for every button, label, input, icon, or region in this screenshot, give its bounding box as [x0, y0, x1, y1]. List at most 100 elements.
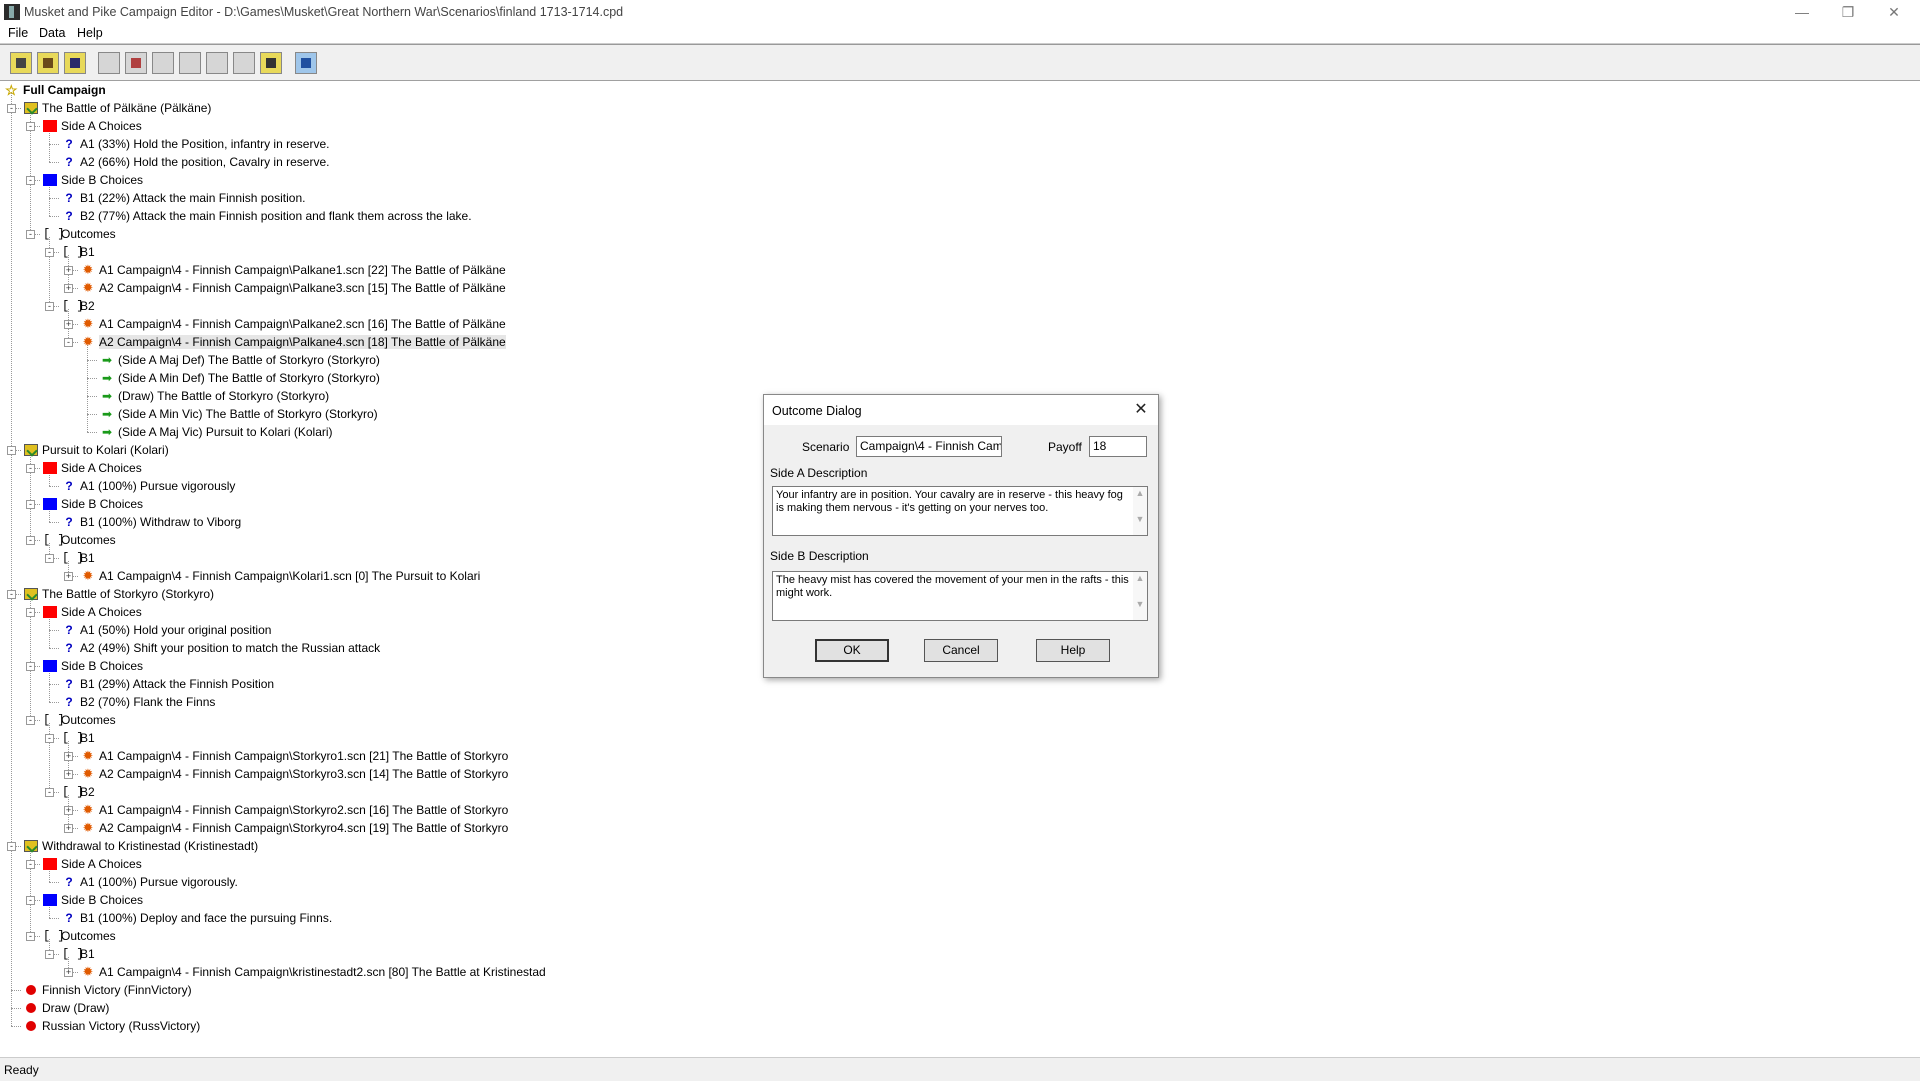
- tree-node[interactable]: [ ] Outcomes: [43, 711, 116, 729]
- tree-node[interactable]: ? B2 (77%) Attack the main Finnish positi…: [62, 207, 471, 225]
- tree-node[interactable]: Russian Victory (RussVictory): [24, 1017, 200, 1035]
- new-icon[interactable]: [10, 52, 32, 74]
- collapse-icon[interactable]: -: [64, 338, 73, 347]
- collapse-icon[interactable]: -: [45, 554, 54, 563]
- collapse-icon[interactable]: -: [26, 536, 35, 545]
- blank-icon[interactable]: [233, 52, 255, 74]
- tree-node[interactable]: [ ] B2: [62, 783, 95, 801]
- tree-node[interactable]: Side A Choices: [43, 459, 142, 477]
- collapse-icon[interactable]: -: [7, 104, 16, 113]
- side-a-description[interactable]: Your infantry are in position. Your cava…: [772, 486, 1148, 536]
- tree-node[interactable]: ? B1 (22%) Attack the main Finnish positi…: [62, 189, 305, 207]
- tree-node[interactable]: The Battle of Storkyro (Storkyro): [24, 585, 214, 603]
- blank-icon[interactable]: [206, 52, 228, 74]
- tree-node[interactable]: ✹ A2 Campaign\4 - Finnish Campaign\Palkan…: [81, 333, 506, 351]
- outcome-icon[interactable]: [260, 52, 282, 74]
- menu-file[interactable]: File: [8, 26, 28, 40]
- tree-node[interactable]: [ ] Outcomes: [43, 531, 116, 549]
- collapse-icon[interactable]: -: [7, 842, 16, 851]
- collapse-icon[interactable]: -: [26, 860, 35, 869]
- collapse-icon[interactable]: -: [26, 932, 35, 941]
- blank-icon[interactable]: [152, 52, 174, 74]
- tree-node[interactable]: ✹ A1 Campaign\4 - Finnish Campaign\Storky…: [81, 801, 509, 819]
- tree-node[interactable]: ✹ A1 Campaign\4 - Finnish Campaign\Palkan…: [81, 261, 506, 279]
- tree-node[interactable]: ? B1 (100%) Deploy and face the pursuing …: [62, 909, 332, 927]
- expand-icon[interactable]: +: [64, 320, 73, 329]
- side-b-scrollbar[interactable]: ▲ ▼: [1133, 572, 1147, 620]
- expand-icon[interactable]: +: [64, 752, 73, 761]
- tree-node[interactable]: ? A2 (66%) Hold the position, Cavalry in …: [62, 153, 329, 171]
- tree-node[interactable]: ➡ (Side A Min Vic) The Battle of Storkyro…: [100, 405, 378, 423]
- tree-node[interactable]: Draw (Draw): [24, 999, 109, 1017]
- open-icon[interactable]: [37, 52, 59, 74]
- ok-button[interactable]: OK: [815, 639, 889, 662]
- tree-node[interactable]: ✹ A1 Campaign\4 - Finnish Campaign\Kolari…: [81, 567, 481, 585]
- tree-node[interactable]: ? B1 (29%) Attack the Finnish Position: [62, 675, 274, 693]
- tree-node[interactable]: ✹ A2 Campaign\4 - Finnish Campaign\Palkan…: [81, 279, 506, 297]
- collapse-icon[interactable]: -: [26, 464, 35, 473]
- tree-node[interactable]: Side A Choices: [43, 117, 142, 135]
- side-a-scrollbar[interactable]: ▲ ▼: [1133, 487, 1147, 535]
- expand-icon[interactable]: +: [64, 284, 73, 293]
- close-button[interactable]: ✕: [1871, 0, 1917, 24]
- tree-node[interactable]: ➡ (Side A Min Def) The Battle of Storkyro…: [100, 369, 380, 387]
- tree-node[interactable]: ✹ A2 Campaign\4 - Finnish Campaign\Storky…: [81, 765, 509, 783]
- tree-node[interactable]: [ ] B2: [62, 297, 95, 315]
- save-icon[interactable]: [64, 52, 86, 74]
- collapse-icon[interactable]: -: [45, 734, 54, 743]
- tree-node[interactable]: ? B2 (70%) Flank the Finns: [62, 693, 215, 711]
- restore-button[interactable]: ❐: [1825, 0, 1871, 24]
- tree-node[interactable]: Side A Choices: [43, 603, 142, 621]
- scenario-field[interactable]: Campaign\4 - Finnish Campaign\Palkane4.s…: [856, 436, 1002, 457]
- collapse-icon[interactable]: -: [7, 590, 16, 599]
- tree-node[interactable]: Side A Choices: [43, 855, 142, 873]
- collapse-icon[interactable]: -: [26, 896, 35, 905]
- tree-node[interactable]: Side B Choices: [43, 657, 143, 675]
- expand-icon[interactable]: +: [64, 968, 73, 977]
- tree-node[interactable]: [ ] Outcomes: [43, 927, 116, 945]
- collapse-icon[interactable]: -: [26, 500, 35, 509]
- tree-node[interactable]: [ ] B1: [62, 243, 95, 261]
- tree-node[interactable]: The Battle of Pälkäne (Pälkäne): [24, 99, 211, 117]
- collapse-icon[interactable]: -: [26, 716, 35, 725]
- blank-icon[interactable]: [179, 52, 201, 74]
- tree-node[interactable]: ? A1 (100%) Pursue vigorously.: [62, 873, 238, 891]
- tree-node[interactable]: ➡ (Side A Maj Vic) Pursuit to Kolari (Kol…: [100, 423, 333, 441]
- expand-icon[interactable]: +: [64, 806, 73, 815]
- collapse-icon[interactable]: -: [45, 788, 54, 797]
- collapse-icon[interactable]: -: [26, 230, 35, 239]
- tree-node[interactable]: ✹ A2 Campaign\4 - Finnish Campaign\Storky…: [81, 819, 509, 837]
- collapse-icon[interactable]: -: [45, 302, 54, 311]
- dialog-close-icon[interactable]: ✕: [1130, 399, 1152, 421]
- expand-icon[interactable]: +: [64, 770, 73, 779]
- tree-node[interactable]: [ ] B1: [62, 549, 95, 567]
- cancel-button[interactable]: Cancel: [924, 639, 998, 662]
- collapse-icon[interactable]: -: [45, 248, 54, 257]
- tree-node[interactable]: Pursuit to Kolari (Kolari): [24, 441, 169, 459]
- expand-icon[interactable]: +: [64, 266, 73, 275]
- tree-node[interactable]: ? A1 (33%) Hold the Position, infantry in…: [62, 135, 329, 153]
- tree-node[interactable]: ✹ A1 Campaign\4 - Finnish Campaign\kristi…: [81, 963, 546, 981]
- tree-node[interactable]: ☆ Full Campaign: [5, 81, 106, 99]
- help-button[interactable]: Help: [1036, 639, 1110, 662]
- collapse-icon[interactable]: -: [26, 608, 35, 617]
- tree-node[interactable]: Side B Choices: [43, 891, 143, 909]
- collapse-icon[interactable]: -: [45, 950, 54, 959]
- menu-data[interactable]: Data: [39, 26, 65, 40]
- tree-node[interactable]: ✹ A1 Campaign\4 - Finnish Campaign\Palkan…: [81, 315, 506, 333]
- payoff-field[interactable]: 18: [1089, 436, 1147, 457]
- collapse-icon[interactable]: -: [26, 176, 35, 185]
- tree-node[interactable]: Side B Choices: [43, 495, 143, 513]
- tree-node[interactable]: ? B1 (100%) Withdraw to Viborg: [62, 513, 241, 531]
- minimize-button[interactable]: —: [1779, 0, 1825, 24]
- tree-node[interactable]: ➡ (Draw) The Battle of Storkyro (Storkyro…: [100, 387, 329, 405]
- collapse-icon[interactable]: -: [26, 122, 35, 131]
- tree-node[interactable]: ? A1 (50%) Hold your original position: [62, 621, 271, 639]
- collapse-icon[interactable]: -: [7, 446, 16, 455]
- help-icon[interactable]: [295, 52, 317, 74]
- tree-node[interactable]: Withdrawal to Kristinestad (Kristinestad…: [24, 837, 258, 855]
- expand-icon[interactable]: +: [64, 824, 73, 833]
- scenario-icon[interactable]: [125, 52, 147, 74]
- tree-node[interactable]: Side B Choices: [43, 171, 143, 189]
- tree-node[interactable]: Finnish Victory (FinnVictory): [24, 981, 192, 999]
